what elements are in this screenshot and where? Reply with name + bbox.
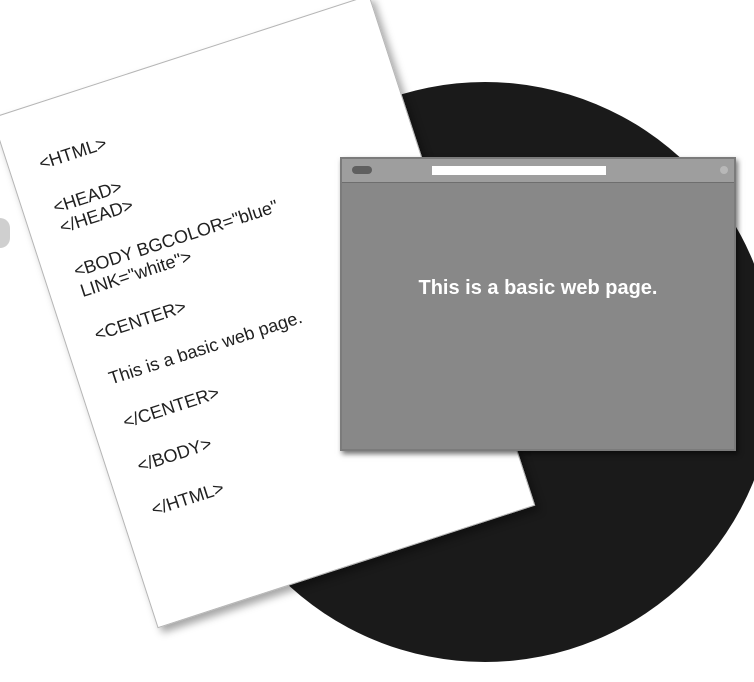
- html-code-listing: <HTML> <HEAD> </HEAD> <BODY BGCOLOR="blu…: [36, 89, 358, 521]
- browser-titlebar: [342, 159, 734, 183]
- rendered-page-text: This is a basic web page.: [418, 277, 658, 299]
- zoom-box-icon[interactable]: [720, 166, 728, 174]
- close-box-icon[interactable]: [352, 166, 372, 174]
- window-title-field: [432, 166, 606, 175]
- edge-marker: [0, 218, 10, 248]
- browser-window: This is a basic web page.: [340, 157, 736, 451]
